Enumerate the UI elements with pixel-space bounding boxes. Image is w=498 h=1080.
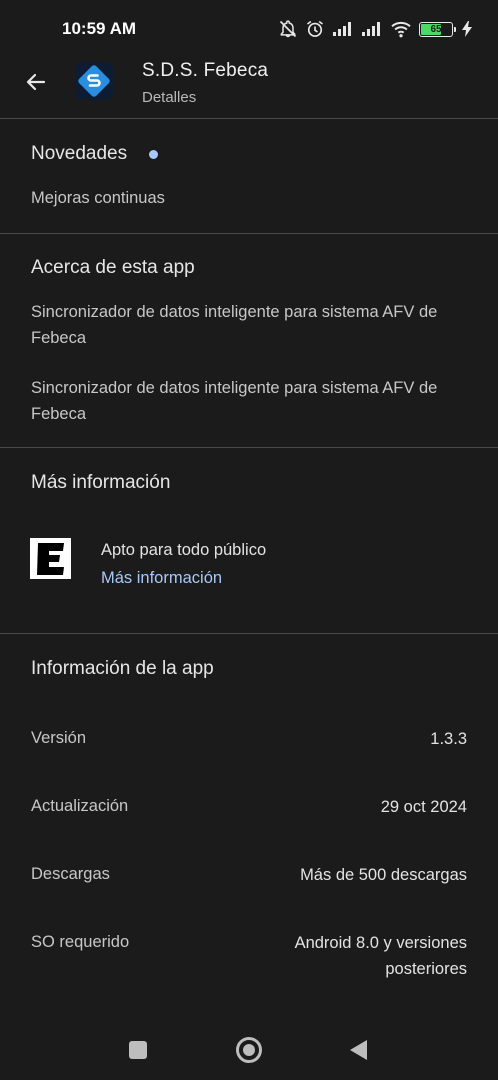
home-button[interactable] — [236, 1037, 262, 1063]
divider — [0, 633, 498, 634]
back-button[interactable] — [20, 66, 52, 98]
app-subtitle: Detalles — [142, 89, 197, 106]
battery-level: 65 — [430, 23, 442, 35]
divider — [0, 447, 498, 448]
app-title: S.D.S. Febeca — [142, 60, 269, 81]
content-rating-e-icon — [30, 538, 71, 579]
battery-icon: 65 — [419, 21, 456, 37]
info-row-label-required-os: SO requerido — [31, 933, 130, 951]
arrow-left-icon — [26, 73, 46, 91]
status-bar: 10:59 AM 65 — [0, 0, 498, 58]
divider — [0, 118, 498, 119]
about-paragraph: Sincronizador de datos inteligente para … — [31, 379, 438, 423]
more-info-link[interactable]: Más información — [101, 569, 222, 588]
about-paragraph: Sincronizador de datos inteligente para … — [31, 303, 438, 347]
app-icon — [75, 62, 113, 100]
system-navigation-bar — [0, 1020, 498, 1080]
status-icons: 65 — [278, 18, 472, 40]
info-row-value-updated: 29 oct 2024 — [380, 798, 467, 816]
home-icon — [243, 1044, 255, 1056]
alarm-icon — [307, 20, 323, 37]
signal-icon — [362, 22, 380, 36]
info-row-label-version: Versión — [31, 729, 87, 747]
new-indicator-dot — [149, 150, 158, 159]
info-row-label-updated: Actualización — [31, 797, 129, 815]
app-logo-icon — [75, 62, 113, 100]
status-time: 10:59 AM — [62, 19, 137, 38]
notifications-off-icon — [279, 20, 297, 38]
whats-new-title: Novedades — [31, 143, 128, 164]
recents-button[interactable] — [129, 1041, 147, 1059]
info-row-value-version: 1.3.3 — [430, 730, 467, 748]
info-row-value-required-os: Android 8.0 y versiones posteriores — [294, 934, 467, 978]
whats-new-text: Mejoras continuas — [31, 189, 165, 207]
info-row-value-downloads: Más de 500 descargas — [300, 866, 467, 884]
signal-icon — [333, 22, 351, 36]
system-back-button[interactable] — [350, 1040, 367, 1060]
app-info-title: Información de la app — [31, 658, 214, 679]
divider — [0, 233, 498, 234]
charging-icon — [462, 21, 472, 37]
app-header: S.D.S. Febeca Detalles — [0, 58, 498, 118]
more-info-title: Más información — [31, 472, 171, 493]
about-title: Acerca de esta app — [31, 257, 195, 278]
wifi-icon — [391, 21, 411, 38]
content-rating-label: Apto para todo público — [101, 541, 267, 559]
info-row-label-downloads: Descargas — [31, 865, 110, 883]
